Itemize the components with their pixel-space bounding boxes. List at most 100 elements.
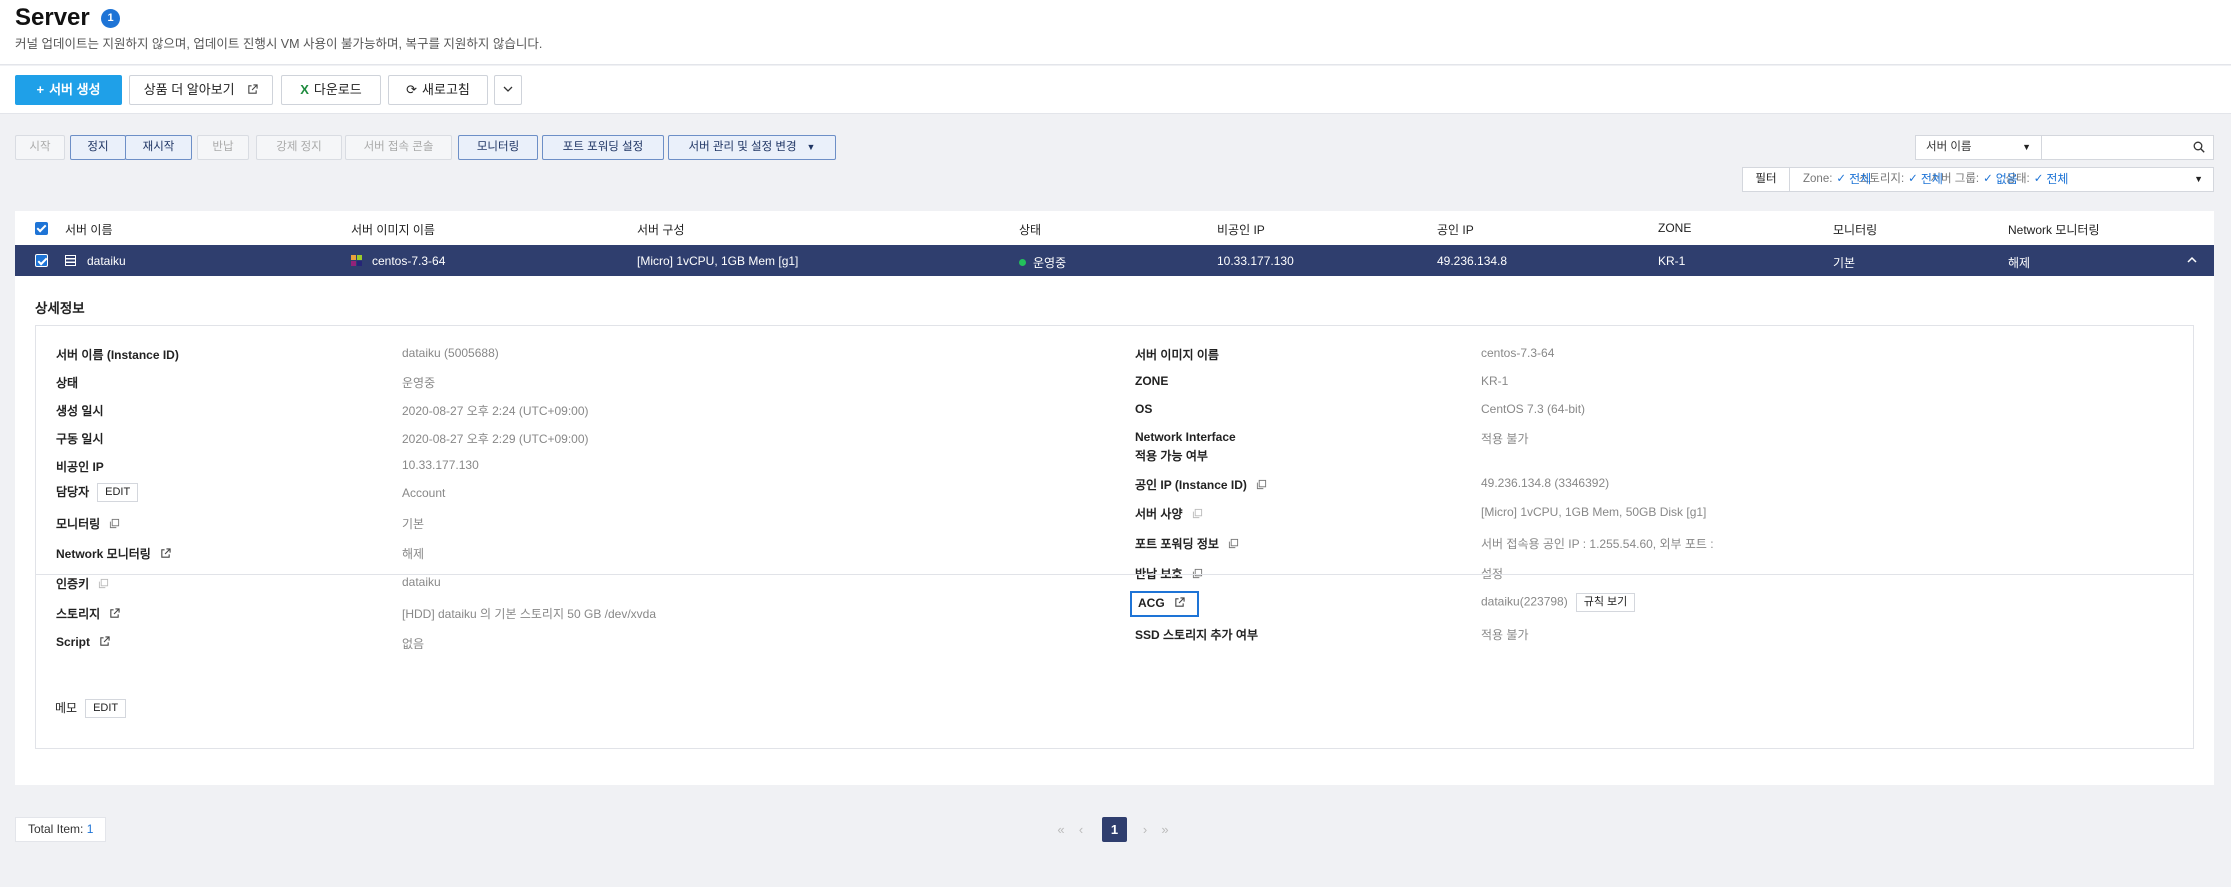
- detail-value: KR-1: [1481, 374, 1509, 388]
- centos-icon: [351, 255, 362, 266]
- popup-icon[interactable]: [109, 518, 120, 529]
- page-number[interactable]: 1: [1102, 817, 1127, 842]
- caret-down-icon[interactable]: ▼: [2194, 168, 2203, 191]
- learn-more-button[interactable]: 상품 더 알아보기: [129, 75, 273, 105]
- detail-value: CentOS 7.3 (64-bit): [1481, 402, 1586, 416]
- chevron-up-icon[interactable]: [2185, 253, 2199, 267]
- start-button[interactable]: 시작: [15, 135, 65, 160]
- check-icon: ✓: [2033, 173, 2044, 185]
- server-spec: [Micro] 1vCPU, 1GB Mem [g1]: [637, 254, 799, 268]
- column-header[interactable]: 서버 이름: [65, 221, 113, 238]
- server-console-button[interactable]: 서버 접속 콘솔: [345, 135, 452, 160]
- check-icon: ✓: [1836, 173, 1847, 185]
- memo-edit-button[interactable]: EDIT: [85, 699, 127, 719]
- external-link-icon[interactable]: [109, 608, 120, 619]
- prev-page-icon[interactable]: ‹: [1072, 817, 1090, 842]
- server-manage-dropdown[interactable]: 서버 관리 및 설정 변경 ▼: [668, 135, 836, 160]
- detail-label: 모니터링: [56, 515, 120, 532]
- detail-label: 포트 포워딩 정보: [1135, 535, 1239, 552]
- detail-value: centos-7.3-64: [1481, 346, 1555, 360]
- detail-label: 적용 가능 여부: [1135, 449, 1208, 463]
- count-badge: 1: [101, 9, 120, 28]
- detail-label-manager: 담당자 EDIT: [56, 483, 139, 503]
- force-stop-button[interactable]: 강제 정지: [256, 135, 342, 160]
- table-row[interactable]: dataiku centos-7.3-64 [Micro] 1vCPU, 1GB…: [15, 245, 2214, 276]
- first-page-icon[interactable]: «: [1052, 817, 1070, 842]
- detail-label: 비공인 IP: [56, 460, 104, 474]
- monitoring-button[interactable]: 모니터링: [458, 135, 538, 160]
- select-all-checkbox[interactable]: [35, 222, 48, 235]
- detail-label: 서버 이미지 이름: [1135, 348, 1219, 362]
- detail-label: Network 모니터링: [56, 545, 171, 562]
- column-header[interactable]: 모니터링: [1833, 221, 1877, 238]
- detail-value: 10.33.177.130: [402, 458, 479, 472]
- public-ip: 49.236.134.8: [1437, 254, 1508, 268]
- private-ip: 10.33.177.130: [1217, 254, 1294, 268]
- popup-icon[interactable]: [1228, 538, 1239, 549]
- refresh-button[interactable]: ⟳ 새로고침: [388, 75, 488, 105]
- column-header[interactable]: 서버 구성: [637, 221, 685, 238]
- server-status: 운영중: [1019, 254, 1066, 271]
- search-input[interactable]: [2042, 136, 2182, 159]
- detail-label: SSD 스토리지 추가 여부: [1135, 628, 1258, 642]
- restart-button[interactable]: 재시작: [125, 135, 192, 160]
- page-subtitle: 커널 업데이트는 지원하지 않으며, 업데이트 진행시 VM 사용이 불가능하며…: [15, 37, 543, 51]
- page-header: Server 1 커널 업데이트는 지원하지 않으며, 업데이트 진행시 VM …: [0, 0, 2231, 65]
- filter-button[interactable]: 필터: [1743, 168, 1790, 191]
- server-name[interactable]: dataiku: [87, 254, 126, 268]
- row-checkbox[interactable]: [35, 254, 48, 267]
- check-icon: ✓: [1908, 173, 1918, 185]
- popup-icon[interactable]: [1256, 479, 1267, 490]
- manager-edit-button[interactable]: EDIT: [97, 483, 139, 503]
- excel-icon: X: [300, 82, 309, 97]
- memo-field: 메모 EDIT: [55, 699, 127, 719]
- detail-value: 적용 불가: [1481, 432, 1529, 446]
- more-actions-button[interactable]: [494, 75, 522, 105]
- total-items: Total Item: 1: [15, 817, 107, 842]
- download-button[interactable]: X 다운로드: [281, 75, 381, 105]
- stop-button[interactable]: 정지: [70, 135, 126, 160]
- filter-bar[interactable]: 필터 Zone: ✓ 전체 스토리지: ✓ 전체 서버 그룹: ✓ 없음 상태: ✓ 전체 ▼: [1742, 167, 2214, 192]
- detail-value: 2020-08-27 오후 2:24 (UTC+09:00): [402, 404, 589, 418]
- detail-label: 구동 일시: [56, 432, 104, 446]
- popup-icon[interactable]: [98, 578, 109, 589]
- search-box: [2041, 135, 2214, 160]
- detail-value: 해제: [402, 547, 425, 561]
- detail-label: Network Interface: [1135, 430, 1236, 444]
- search-icon[interactable]: [2193, 141, 2205, 153]
- external-link-icon[interactable]: [1174, 597, 1185, 608]
- detail-value: 2020-08-27 오후 2:29 (UTC+09:00): [402, 432, 589, 446]
- network-monitoring: 해제: [2008, 256, 2031, 270]
- detail-value: dataiku: [402, 575, 441, 589]
- column-header[interactable]: ZONE: [1658, 221, 1691, 235]
- plus-icon: +: [36, 82, 45, 97]
- monitoring: 기본: [1833, 256, 1856, 270]
- detail-value: 기본: [402, 517, 425, 531]
- detail-label-acg[interactable]: ACG: [1138, 596, 1185, 610]
- column-header[interactable]: Network 모니터링: [2008, 221, 2100, 238]
- create-server-button[interactable]: + 서버 생성: [15, 75, 122, 105]
- column-header[interactable]: 서버 이미지 이름: [351, 221, 435, 238]
- search-field-select[interactable]: 서버 이름 ▼: [1915, 135, 2042, 160]
- detail-label: OS: [1135, 402, 1153, 416]
- popup-icon[interactable]: [1192, 508, 1203, 519]
- detail-label: 스토리지: [56, 605, 120, 622]
- external-link-icon[interactable]: [99, 636, 110, 647]
- last-page-icon[interactable]: »: [1156, 817, 1174, 842]
- view-rules-button[interactable]: 규칙 보기: [1575, 593, 1636, 612]
- external-link-icon: [248, 84, 258, 94]
- return-button[interactable]: 반납: [197, 135, 249, 160]
- detail-value: 49.236.134.8 (3346392): [1481, 476, 1610, 490]
- external-link-icon[interactable]: [160, 548, 171, 559]
- detail-value-acg: dataiku(223798) 규칙 보기: [1481, 593, 1636, 612]
- port-forwarding-button[interactable]: 포트 포워딩 설정: [542, 135, 664, 160]
- column-header[interactable]: 비공인 IP: [1217, 221, 1265, 238]
- detail-label: 상태: [56, 376, 79, 390]
- next-page-icon[interactable]: ›: [1136, 817, 1154, 842]
- check-icon: ✓: [1983, 173, 1993, 185]
- filter-summary: Zone: ✓ 전체 스토리지: ✓ 전체 서버 그룹: ✓ 없음 상태: ✓ 전체: [1803, 172, 2069, 186]
- refresh-icon: ⟳: [406, 82, 418, 97]
- column-header[interactable]: 상태: [1019, 221, 1041, 238]
- column-header[interactable]: 공인 IP: [1437, 221, 1474, 238]
- detail-label: ZONE: [1135, 374, 1169, 388]
